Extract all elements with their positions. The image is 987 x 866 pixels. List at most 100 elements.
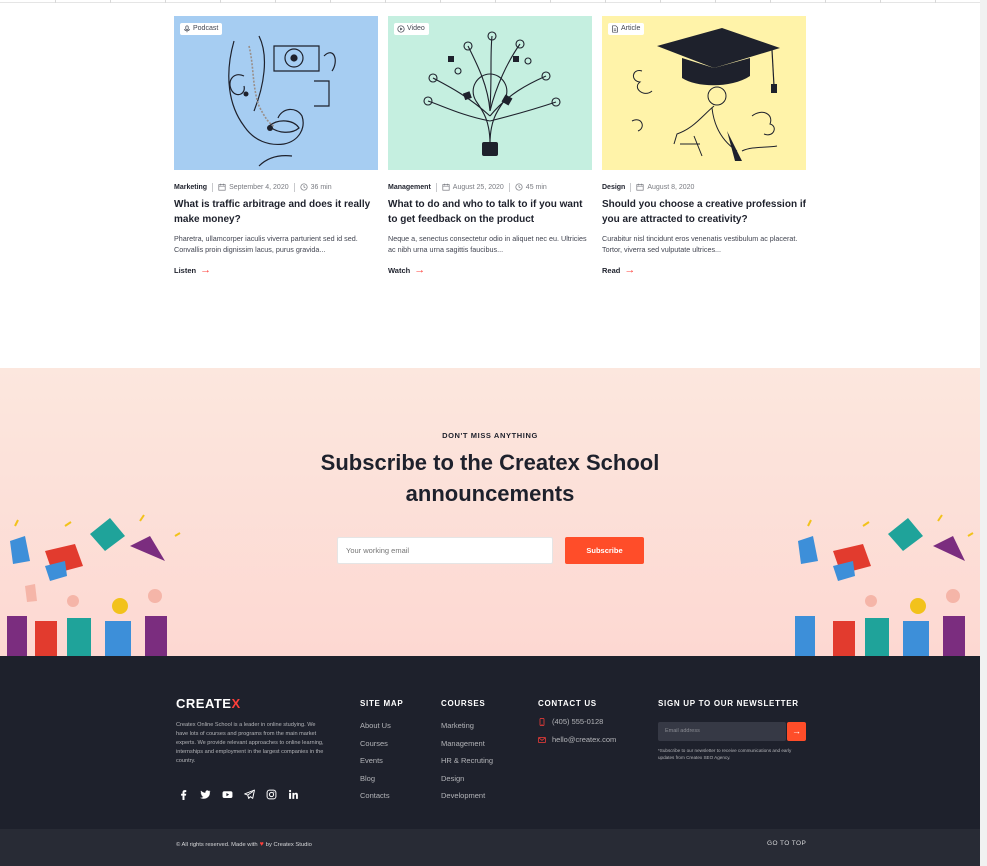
graduation-cap-illustration — [631, 28, 780, 161]
calendar-icon — [636, 183, 644, 191]
phone-icon — [539, 717, 545, 726]
phone-number[interactable]: (405) 555-0128 — [552, 717, 603, 726]
clock-icon — [300, 183, 308, 191]
card-date: August 8, 2020 — [647, 183, 695, 191]
footer-about: Createx Online School is a leader in onl… — [176, 722, 324, 764]
email-address[interactable]: hello@createx.com — [552, 735, 616, 744]
cta-label[interactable]: Watch — [388, 266, 410, 275]
card-excerpt: Pharetra, ullamcorper iaculis viverra pa… — [174, 234, 358, 254]
meta-divider — [212, 182, 214, 192]
createx-logo[interactable]: CREATEX — [176, 696, 241, 711]
newsletter-heading: SIGN UP TO OUR NEWSLETTER — [658, 699, 799, 708]
arrow-right-icon[interactable]: → — [624, 265, 635, 276]
instagram-icon[interactable] — [260, 783, 282, 805]
clock-icon — [515, 183, 523, 191]
copyright-text: © All rights reserved. Made with — [176, 841, 258, 848]
microphone-icon — [184, 25, 190, 33]
arrow-right-icon[interactable]: → — [200, 265, 211, 276]
blog-card-article[interactable]: Article Design August 8, 2020 Should you… — [602, 16, 806, 276]
meta-divider — [435, 182, 437, 192]
subscribe-email-input[interactable] — [337, 537, 553, 564]
copyright: © All rights reserved. Made with ♥ by Cr… — [176, 841, 312, 848]
card-meta: Management August 25, 2020 45 min — [388, 180, 592, 194]
subscribe-section: DON'T MISS ANYTHING Subscribe to the Cre… — [0, 368, 980, 656]
logo-text[interactable]: CREATE — [176, 696, 231, 711]
lightbulb-ideas-illustration — [423, 31, 561, 156]
card-cta-link[interactable]: Watch → — [388, 265, 592, 276]
sitemap-heading: SITE MAP — [360, 699, 404, 708]
card-title[interactable]: Should you choose a creative profession … — [602, 197, 806, 227]
badge-label: Article — [621, 25, 641, 32]
social-links — [172, 783, 304, 805]
sitemap-link-contacts[interactable]: Contacts — [360, 787, 391, 805]
sitemap-link-about[interactable]: About Us — [360, 717, 391, 735]
youtube-icon[interactable] — [216, 783, 238, 805]
card-cta-link[interactable]: Read → — [602, 265, 806, 276]
sitemap-link-courses[interactable]: Courses — [360, 735, 391, 753]
card-category: Management — [388, 183, 431, 191]
linkedin-icon[interactable] — [282, 783, 304, 805]
meta-divider — [630, 182, 632, 192]
heart-icon: ♥ — [259, 841, 264, 848]
course-link-hr[interactable]: HR & Recruting — [441, 752, 493, 770]
newsletter-note: *Subscribe to our newsletter to receive … — [658, 748, 792, 760]
logo-x[interactable]: X — [231, 696, 240, 711]
sitemap-link-blog[interactable]: Blog — [360, 770, 391, 788]
arrow-right-icon[interactable]: → — [792, 726, 801, 736]
footer: CREATEX Createx Online School is a leade… — [0, 656, 980, 829]
mail-icon — [538, 736, 546, 743]
newsletter-email-input[interactable]: Email address — [658, 722, 786, 741]
subscribe-eyebrow: DON'T MISS ANYTHING — [442, 431, 538, 440]
footer-bottom-bar: © All rights reserved. Made with ♥ by Cr… — [0, 829, 980, 866]
course-link-marketing[interactable]: Marketing — [441, 717, 493, 735]
meta-divider — [293, 182, 295, 192]
abstract-face-illustration — [228, 35, 336, 167]
card-category: Design — [602, 183, 626, 191]
podcast-badge: Podcast — [180, 23, 223, 35]
card-date: September 4, 2020 — [229, 183, 289, 191]
card-excerpt: Curabitur nisl tincidunt eros venenatis … — [602, 234, 798, 254]
calendar-icon — [218, 183, 226, 191]
facebook-icon[interactable] — [172, 783, 194, 805]
subscribe-button[interactable]: Subscribe — [565, 537, 644, 564]
card-thumbnail[interactable]: Article — [602, 16, 806, 170]
twitter-icon[interactable] — [194, 783, 216, 805]
card-duration: 36 min — [310, 183, 332, 191]
courses-heading: COURSES — [441, 699, 486, 708]
contact-heading: CONTACT US — [538, 699, 597, 708]
card-title[interactable]: What to do and who to talk to if you wan… — [388, 197, 592, 227]
contact-email[interactable]: hello@createx.com — [538, 735, 616, 744]
card-meta: Marketing September 4, 2020 36 min — [174, 180, 378, 194]
cta-label[interactable]: Listen — [174, 266, 196, 275]
card-duration: 45 min — [525, 183, 547, 191]
card-thumbnail[interactable]: Video — [388, 16, 592, 170]
scrollbar[interactable] — [980, 0, 987, 866]
contact-phone[interactable]: (405) 555-0128 — [538, 717, 603, 726]
card-thumbnail[interactable]: Podcast — [174, 16, 378, 170]
page: Podcast Marketing September 4, 2020 36 m… — [0, 0, 987, 866]
newsletter-submit-button[interactable]: → — [787, 722, 806, 741]
blog-card-podcast[interactable]: Podcast Marketing September 4, 2020 36 m… — [174, 16, 378, 276]
course-link-design[interactable]: Design — [441, 770, 493, 788]
course-link-development[interactable]: Development — [441, 787, 493, 805]
card-title[interactable]: What is traffic arbitrage and does it re… — [174, 197, 378, 227]
blog-card-video[interactable]: Video Management August 25, 2020 45 min … — [388, 16, 592, 276]
file-icon — [612, 25, 618, 33]
telegram-icon[interactable] — [238, 783, 260, 805]
card-cta-link[interactable]: Listen → — [174, 265, 378, 276]
go-to-top-link[interactable]: GO TO TOP — [767, 840, 806, 847]
cta-label[interactable]: Read — [602, 266, 620, 275]
card-meta: Design August 8, 2020 — [602, 180, 806, 194]
course-link-management[interactable]: Management — [441, 735, 493, 753]
top-strip — [0, 0, 987, 3]
copyright-studio: by Createx Studio — [265, 841, 312, 848]
graduation-celebration-illustration-left — [7, 514, 181, 656]
arrow-right-icon[interactable]: → — [414, 265, 425, 276]
subscribe-title: Subscribe to the Createx School announce… — [320, 450, 660, 506]
sitemap-link-events[interactable]: Events — [360, 752, 391, 770]
article-badge: Article — [608, 23, 645, 35]
card-excerpt: Neque a, senectus consectetur odio in al… — [388, 234, 587, 254]
badge-label: Podcast — [193, 25, 219, 32]
play-icon — [397, 25, 405, 33]
badge-label: Video — [407, 25, 425, 32]
